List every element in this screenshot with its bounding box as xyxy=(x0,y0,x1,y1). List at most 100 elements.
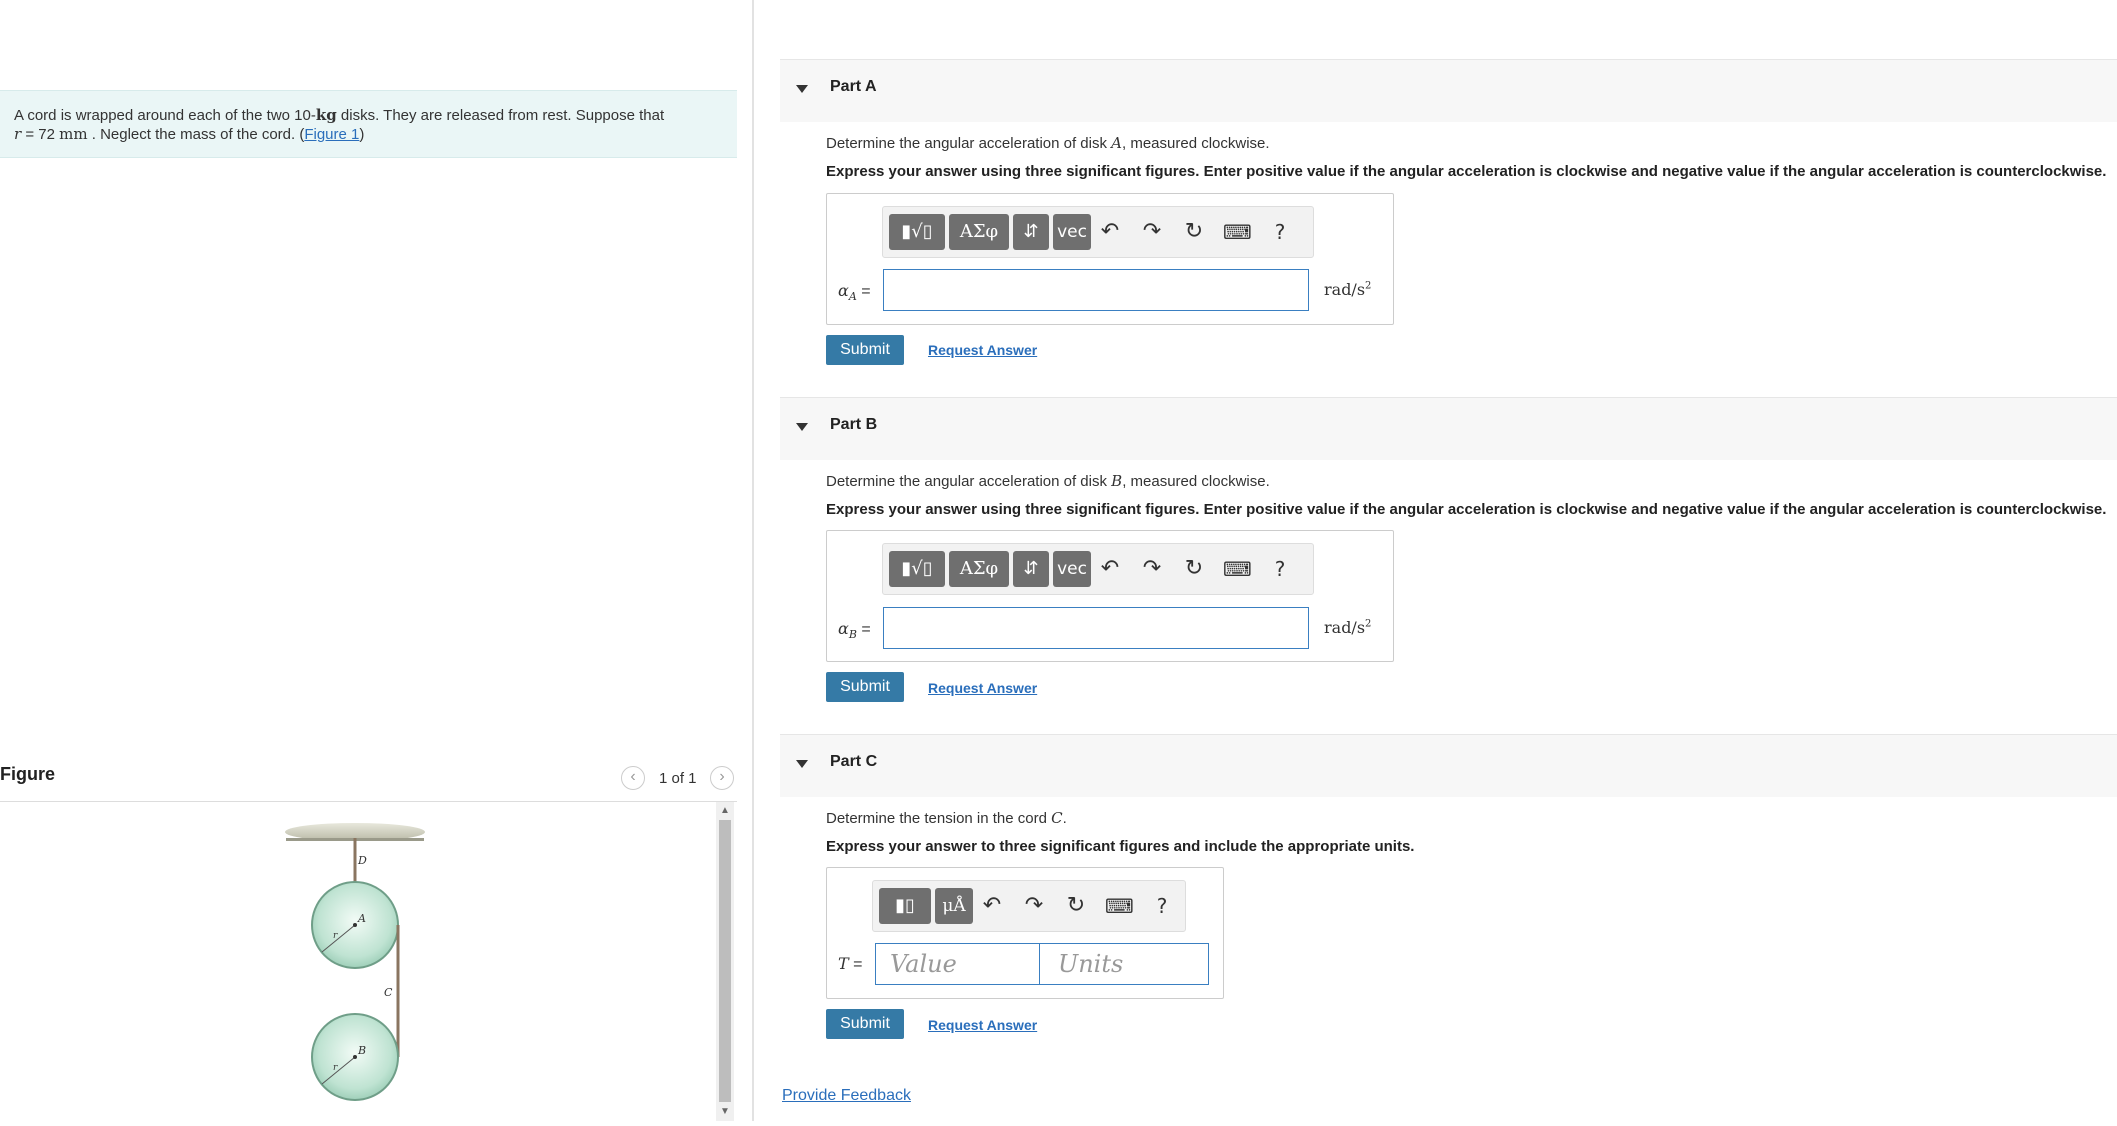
math-toolbar: ▮√▯ ΑΣφ ⇵ vec ↶ ↷ ↻ ⌨ ? xyxy=(882,543,1314,595)
part-b-title: Part B xyxy=(830,416,878,433)
part-b-question-var: B xyxy=(1111,472,1123,490)
unit-text: rad/s xyxy=(1324,280,1366,299)
units-input[interactable] xyxy=(1039,943,1209,985)
reset-icon[interactable]: ↻ xyxy=(1181,219,1207,245)
part-b-header[interactable]: Part B xyxy=(780,397,2117,460)
caret-down-icon[interactable] xyxy=(796,423,808,431)
part-b-question-end: , measured clockwise. xyxy=(1122,473,1270,490)
part-a-question-text: Determine the angular acceleration of di… xyxy=(826,135,1112,152)
part-c-title: Part C xyxy=(830,753,878,770)
alpha-symbol: α xyxy=(838,619,849,638)
math-toolbar: ▮√▯ ΑΣφ ⇵ vec ↶ ↷ ↻ ⌨ ? xyxy=(882,206,1314,258)
part-b-question-text: Determine the angular acceleration of di… xyxy=(826,473,1112,490)
undo-icon[interactable]: ↶ xyxy=(1097,219,1123,245)
part-a-question-var: A xyxy=(1111,134,1122,152)
label-a: A xyxy=(357,912,366,925)
templates-button[interactable]: ▮√▯ xyxy=(889,551,945,587)
label-d: D xyxy=(357,854,367,867)
part-c-submit-button[interactable]: Submit xyxy=(826,1009,904,1039)
vector-button[interactable]: vec xyxy=(1053,214,1091,250)
value-input[interactable] xyxy=(875,943,1053,985)
chevron-right-icon: › xyxy=(719,768,725,785)
part-c-question: Determine the tension in the cord C. xyxy=(826,809,1067,827)
unit-rad-s2-a: rad/s2 xyxy=(1324,280,1371,299)
chevron-left-icon: ‹ xyxy=(630,768,636,785)
alpha-b-input[interactable] xyxy=(883,607,1309,649)
next-figure-button[interactable]: › xyxy=(710,766,734,790)
part-b-submit-button[interactable]: Submit xyxy=(826,672,904,702)
keyboard-icon[interactable]: ⌨ xyxy=(1223,219,1252,245)
part-a-instructions: Express your answer using three signific… xyxy=(826,163,2107,180)
problem-statement: A cord is wrapped around each of the two… xyxy=(0,90,737,158)
reset-icon[interactable]: ↻ xyxy=(1063,893,1089,919)
part-c-header[interactable]: Part C xyxy=(780,734,2117,797)
redo-icon[interactable]: ↷ xyxy=(1139,219,1165,245)
units-toolbar: ▮▯ μÅ ↶ ↷ ↻ ⌨ ? xyxy=(872,880,1186,932)
label-r-b: r xyxy=(333,1063,338,1073)
part-c-instructions: Express your answer to three significant… xyxy=(826,838,1415,855)
keyboard-icon[interactable]: ⌨ xyxy=(1223,556,1252,582)
figure-image: D A C B r r xyxy=(0,802,714,1121)
problem-text-2: disks. They are released from rest. Supp… xyxy=(336,107,665,124)
unit-text: rad/s xyxy=(1324,618,1366,637)
templates-button[interactable]: ▮▯ xyxy=(879,888,931,924)
problem-text-1: A cord is wrapped around each of the two… xyxy=(14,107,316,124)
tension-symbol: T xyxy=(838,954,849,973)
greek-symbols-button[interactable]: ΑΣφ xyxy=(949,551,1009,587)
part-c-question-var: C xyxy=(1051,809,1063,827)
caret-down-icon[interactable] xyxy=(796,85,808,93)
undo-icon[interactable]: ↶ xyxy=(979,893,1005,919)
part-b-instructions: Express your answer using three signific… xyxy=(826,501,2107,518)
provide-feedback-link[interactable]: Provide Feedback xyxy=(782,1087,911,1105)
undo-icon[interactable]: ↶ xyxy=(1097,556,1123,582)
redo-icon[interactable]: ↷ xyxy=(1139,556,1165,582)
part-a-question: Determine the angular acceleration of di… xyxy=(826,134,1270,152)
greek-symbols-button[interactable]: ΑΣφ xyxy=(949,214,1009,250)
help-icon[interactable]: ? xyxy=(1267,556,1293,582)
keyboard-icon[interactable]: ⌨ xyxy=(1105,893,1134,919)
part-a-title: Part A xyxy=(830,78,877,95)
unit-rad-s2-b: rad/s2 xyxy=(1324,618,1371,637)
reset-icon[interactable]: ↻ xyxy=(1181,556,1207,582)
label-r-a: r xyxy=(333,931,338,941)
figure-link[interactable]: Figure 1 xyxy=(304,126,359,143)
prev-figure-button[interactable]: ‹ xyxy=(621,766,645,790)
part-a-request-answer[interactable]: Request Answer xyxy=(928,342,1037,358)
vector-button[interactable]: vec xyxy=(1053,551,1091,587)
scroll-thumb[interactable] xyxy=(719,820,731,1102)
part-a-submit-button[interactable]: Submit xyxy=(826,335,904,365)
templates-button[interactable]: ▮√▯ xyxy=(889,214,945,250)
problem-text-4: . Neglect the mass of the cord. ( xyxy=(87,126,305,143)
alpha-a-label: αA = xyxy=(838,281,871,303)
disk-pulley-diagram: D A C B r r xyxy=(285,823,425,1101)
scroll-up-icon[interactable]: ▲ xyxy=(719,804,731,818)
arrows-button[interactable]: ⇵ xyxy=(1013,551,1049,587)
help-icon[interactable]: ? xyxy=(1267,219,1293,245)
help-icon[interactable]: ? xyxy=(1149,893,1175,919)
units-button[interactable]: μÅ xyxy=(935,888,973,924)
part-c-answer-box: ▮▯ μÅ ↶ ↷ ↻ ⌨ ? T = xyxy=(826,867,1224,999)
alpha-subscript: A xyxy=(848,290,857,304)
center-a xyxy=(353,923,357,927)
arrows-button[interactable]: ⇵ xyxy=(1013,214,1049,250)
problem-pane: A cord is wrapped around each of the two… xyxy=(0,0,752,1121)
unit-mm: mm xyxy=(59,125,88,143)
unit-kg: kg xyxy=(315,106,337,124)
part-b-request-answer[interactable]: Request Answer xyxy=(928,680,1037,696)
alpha-a-input[interactable] xyxy=(883,269,1309,311)
caret-down-icon[interactable] xyxy=(796,760,808,768)
redo-icon[interactable]: ↷ xyxy=(1021,893,1047,919)
part-c-request-answer[interactable]: Request Answer xyxy=(928,1017,1037,1033)
equals-sign: = xyxy=(856,621,871,638)
part-b-answer-box: ▮√▯ ΑΣφ ⇵ vec ↶ ↷ ↻ ⌨ ? αB = rad/s2 xyxy=(826,530,1394,662)
tension-label: T = xyxy=(838,954,862,974)
figure-title: Figure xyxy=(0,764,56,784)
figure-scrollbar[interactable]: ▲ ▼ xyxy=(716,802,734,1121)
part-c-question-text: Determine the tension in the cord xyxy=(826,810,1052,827)
problem-text-3: = 72 xyxy=(21,126,60,143)
part-a-header[interactable]: Part A xyxy=(780,59,2117,122)
alpha-b-label: αB = xyxy=(838,619,871,641)
scroll-down-icon[interactable]: ▼ xyxy=(719,1105,731,1119)
equals-sign: = xyxy=(848,956,863,973)
problem-text: A cord is wrapped around each of the two… xyxy=(14,106,714,144)
